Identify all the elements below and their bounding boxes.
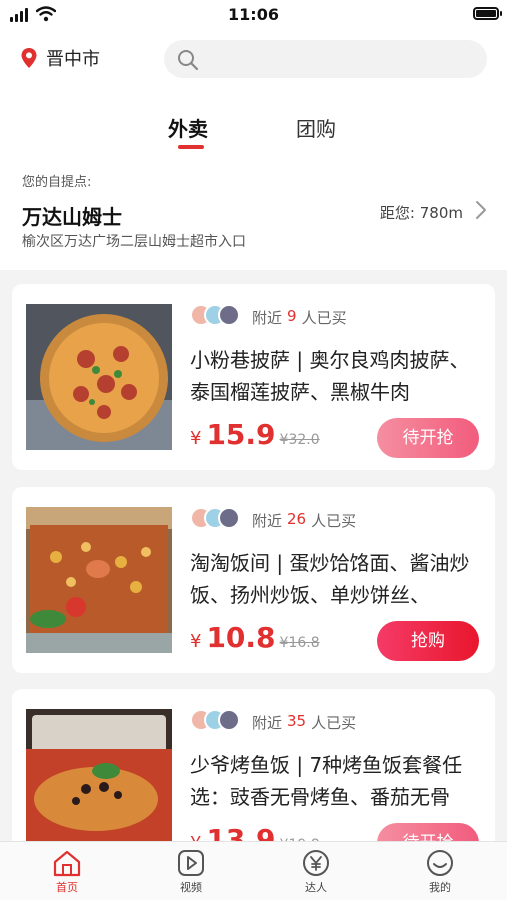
buyers-count: 附近 9 人已买 xyxy=(252,307,347,328)
buyers-prefix: 附近 xyxy=(252,714,283,732)
buyers-suffix: 人已买 xyxy=(301,309,347,327)
status-bar: 11:06 xyxy=(0,0,507,32)
yen-icon xyxy=(303,850,329,876)
buyers-number: 35 xyxy=(287,712,307,730)
pizza-image xyxy=(26,304,172,450)
avatar xyxy=(218,507,240,529)
deal-title[interactable]: 小粉巷披萨 | 奥尔良鸡肉披萨、泰国榴莲披萨、黑椒牛肉 xyxy=(190,344,484,408)
chevron-right-icon[interactable] xyxy=(475,200,487,220)
video-icon xyxy=(178,850,204,876)
buyers-suffix: 人已买 xyxy=(311,714,357,732)
deal-price: ¥ 15.9 ¥32.0 xyxy=(190,418,320,451)
nav-label: 我的 xyxy=(429,881,451,894)
buyers-number: 26 xyxy=(287,510,307,528)
location-pin-icon xyxy=(21,48,37,68)
nav-label: 视频 xyxy=(180,881,202,894)
original-price: ¥16.8 xyxy=(279,635,320,651)
deal-card[interactable]: 附近 9 人已买 小粉巷披萨 | 奥尔良鸡肉披萨、泰国榴莲披萨、黑椒牛肉 ¥ 1… xyxy=(12,284,495,470)
pickup-distance[interactable]: 距您: 780m xyxy=(380,202,463,223)
buyers-suffix: 人已买 xyxy=(311,512,357,530)
search-icon xyxy=(178,50,199,71)
deal-title[interactable]: 少爷烤鱼饭 | 7种烤鱼饭套餐任选：豉香无骨烤鱼、番茄无骨 xyxy=(190,749,484,813)
city-label: 晋中市 xyxy=(46,49,100,70)
nav-video[interactable]: 视频 xyxy=(161,849,221,895)
bottom-nav: 首页 视频 达人 我的 xyxy=(0,841,507,900)
buyers-number: 9 xyxy=(287,307,297,325)
nav-home[interactable]: 首页 xyxy=(37,849,97,895)
search-input[interactable] xyxy=(164,40,487,78)
tab-takeout[interactable]: 外卖 xyxy=(168,113,208,142)
tab-group-buy[interactable]: 团购 xyxy=(296,113,336,142)
price-value: 10.8 xyxy=(206,621,276,654)
pickup-address: 榆次区万达广场二层山姆士超市入口 xyxy=(22,234,246,250)
nav-label: 首页 xyxy=(56,881,78,894)
avatar xyxy=(218,709,240,731)
original-price: ¥32.0 xyxy=(279,432,320,448)
buyers-prefix: 附近 xyxy=(252,309,283,327)
avatar xyxy=(218,304,240,326)
battery-icon xyxy=(473,7,502,20)
buyer-avatars xyxy=(190,507,240,529)
deal-title[interactable]: 淘淘饭间 | 蛋炒饸饹面、酱油炒饭、扬州炒饭、单炒饼丝、 xyxy=(190,547,484,611)
currency-symbol: ¥ xyxy=(190,428,202,449)
pickup-name[interactable]: 万达山姆士 xyxy=(22,201,122,230)
nav-label: 达人 xyxy=(305,881,327,894)
active-tab-indicator xyxy=(178,145,204,149)
buyer-avatars xyxy=(190,304,240,326)
deal-card[interactable]: 附近 26 人已买 淘淘饭间 | 蛋炒饸饹面、酱油炒饭、扬州炒饭、单炒饼丝、 ¥… xyxy=(12,487,495,673)
header-area: 11:06 晋中市 外卖 团购 您的自提点: 万达山姆士 榆次区万达广场二层山姆… xyxy=(0,0,507,270)
buy-button[interactable]: 抢购 xyxy=(377,621,479,661)
buyers-count: 附近 26 人已买 xyxy=(252,510,356,531)
currency-symbol: ¥ xyxy=(190,631,202,652)
fried-rice-image xyxy=(26,507,172,653)
buyer-avatars xyxy=(190,709,240,731)
home-icon xyxy=(53,850,81,877)
smile-icon xyxy=(427,850,453,876)
deal-price: ¥ 10.8 ¥16.8 xyxy=(190,621,320,654)
nav-me[interactable]: 我的 xyxy=(410,849,470,895)
nav-expert[interactable]: 达人 xyxy=(286,849,346,895)
price-value: 15.9 xyxy=(206,418,276,451)
buyers-prefix: 附近 xyxy=(252,512,283,530)
status-time: 11:06 xyxy=(228,5,279,24)
wait-button[interactable]: 待开抢 xyxy=(377,418,479,458)
pickup-label: 您的自提点: xyxy=(22,175,92,190)
grilled-fish-image xyxy=(26,709,172,855)
location-selector[interactable]: 晋中市 xyxy=(20,45,100,71)
buyers-count: 附近 35 人已买 xyxy=(252,712,356,733)
